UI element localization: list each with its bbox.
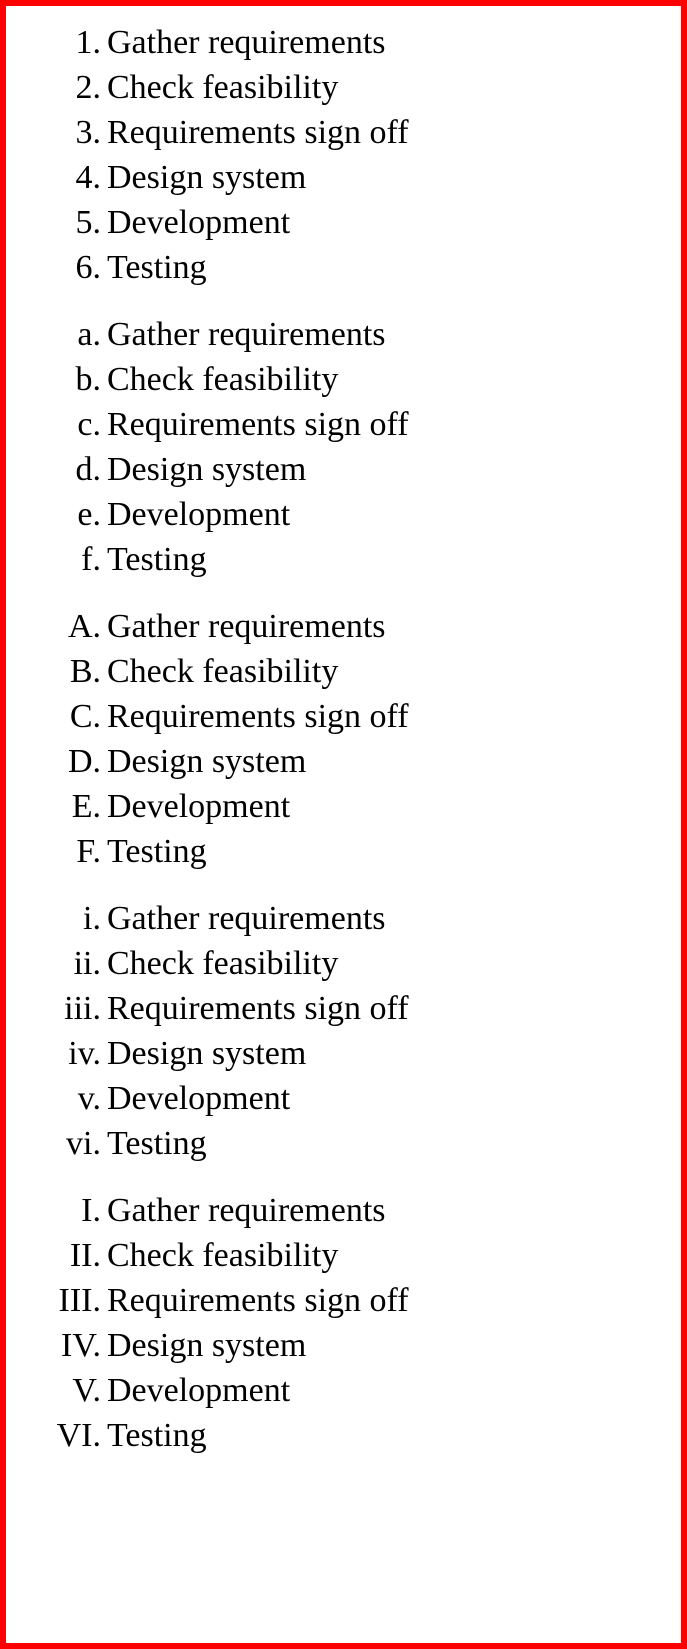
list-item: C. Requirements sign off [6, 694, 681, 739]
list-item: c. Requirements sign off [6, 402, 681, 447]
list-item: D. Design system [6, 739, 681, 784]
list-marker: iii. [64, 990, 101, 1027]
list-item-label: Design system [107, 1035, 307, 1072]
list-item: vi. Testing [6, 1121, 681, 1166]
list-item: V. Development [6, 1368, 681, 1413]
document-page: 1. Gather requirements 2. Check feasibil… [0, 0, 687, 1649]
list-marker: b. [75, 361, 102, 398]
list-item-label: Check feasibility [107, 653, 339, 690]
list-item-label: Requirements sign off [107, 1282, 409, 1319]
list-item-label: Gather requirements [107, 316, 386, 353]
list-item-label: Gather requirements [107, 900, 386, 937]
list-item: e. Development [6, 492, 681, 537]
list-item-label: Development [107, 1372, 291, 1409]
list-item-label: Check feasibility [107, 69, 339, 106]
list-marker: A. [67, 608, 101, 645]
upper-roman-list: I. Gather requirements II. Check feasibi… [6, 1188, 681, 1458]
list-marker: i. [83, 900, 101, 937]
list-item: 1. Gather requirements [6, 20, 681, 65]
list-item: ii. Check feasibility [6, 941, 681, 986]
list-marker: C. [69, 698, 101, 735]
list-item-label: Design system [107, 451, 307, 488]
list-marker: B. [69, 653, 101, 690]
list-marker: 4. [75, 159, 102, 196]
list-marker: ii. [73, 945, 101, 982]
list-marker: V. [72, 1372, 101, 1409]
list-marker: 2. [75, 69, 102, 106]
list-marker: F. [76, 833, 101, 870]
list-item: VI. Testing [6, 1413, 681, 1458]
list-item: III. Requirements sign off [6, 1278, 681, 1323]
list-marker: E. [71, 788, 101, 825]
list-item-label: Requirements sign off [107, 114, 409, 151]
list-item-label: Testing [107, 833, 207, 870]
list-marker: 6. [75, 249, 102, 286]
list-item: I. Gather requirements [6, 1188, 681, 1233]
list-marker: f. [81, 541, 101, 578]
list-item: a. Gather requirements [6, 312, 681, 357]
list-marker: 5. [75, 204, 102, 241]
list-item-label: Development [107, 204, 291, 241]
list-marker: D. [67, 743, 101, 780]
list-item-label: Gather requirements [107, 24, 386, 61]
list-item: 4. Design system [6, 155, 681, 200]
list-item: A. Gather requirements [6, 604, 681, 649]
list-item-label: Development [107, 788, 291, 825]
list-item-label: Design system [107, 743, 307, 780]
list-item-label: Testing [107, 249, 207, 286]
list-item-label: Gather requirements [107, 608, 386, 645]
list-item: F. Testing [6, 829, 681, 874]
list-item: 3. Requirements sign off [6, 110, 681, 155]
list-marker: c. [77, 406, 101, 443]
list-item-label: Design system [107, 159, 307, 196]
list-marker: VI. [56, 1417, 101, 1454]
list-marker: 1. [75, 24, 102, 61]
list-item: B. Check feasibility [6, 649, 681, 694]
list-item: v. Development [6, 1076, 681, 1121]
list-item: b. Check feasibility [6, 357, 681, 402]
list-marker: 3. [75, 114, 102, 151]
list-item-label: Development [107, 496, 291, 533]
list-item: 5. Development [6, 200, 681, 245]
lower-alpha-list: a. Gather requirements b. Check feasibil… [6, 312, 681, 582]
list-marker: a. [77, 316, 101, 353]
list-item: 6. Testing [6, 245, 681, 290]
list-item-label: Gather requirements [107, 1192, 386, 1229]
list-item: iii. Requirements sign off [6, 986, 681, 1031]
list-item-label: Check feasibility [107, 361, 339, 398]
list-marker: III. [58, 1282, 101, 1319]
list-item-label: Requirements sign off [107, 698, 409, 735]
list-item-label: Testing [107, 1417, 207, 1454]
list-item: d. Design system [6, 447, 681, 492]
lower-roman-list: i. Gather requirements ii. Check feasibi… [6, 896, 681, 1166]
list-item: IV. Design system [6, 1323, 681, 1368]
list-marker: I. [81, 1192, 101, 1229]
list-item: II. Check feasibility [6, 1233, 681, 1278]
list-marker: II. [69, 1237, 101, 1274]
page-content: 1. Gather requirements 2. Check feasibil… [6, 6, 681, 1643]
list-item: i. Gather requirements [6, 896, 681, 941]
list-item-label: Requirements sign off [107, 990, 409, 1027]
list-item: 2. Check feasibility [6, 65, 681, 110]
list-item: f. Testing [6, 537, 681, 582]
list-marker: vi. [66, 1125, 101, 1162]
list-item-label: Requirements sign off [107, 406, 409, 443]
list-item: E. Development [6, 784, 681, 829]
list-item-label: Testing [107, 1125, 207, 1162]
list-item: iv. Design system [6, 1031, 681, 1076]
list-marker: v. [77, 1080, 101, 1117]
list-item-label: Check feasibility [107, 945, 339, 982]
upper-alpha-list: A. Gather requirements B. Check feasibil… [6, 604, 681, 874]
list-item-label: Testing [107, 541, 207, 578]
list-marker: d. [75, 451, 102, 488]
list-item-label: Development [107, 1080, 291, 1117]
list-marker: e. [77, 496, 101, 533]
list-marker: iv. [68, 1035, 101, 1072]
list-marker: IV. [61, 1327, 101, 1364]
list-item-label: Design system [107, 1327, 307, 1364]
list-item-label: Check feasibility [107, 1237, 339, 1274]
decimal-list: 1. Gather requirements 2. Check feasibil… [6, 20, 681, 290]
